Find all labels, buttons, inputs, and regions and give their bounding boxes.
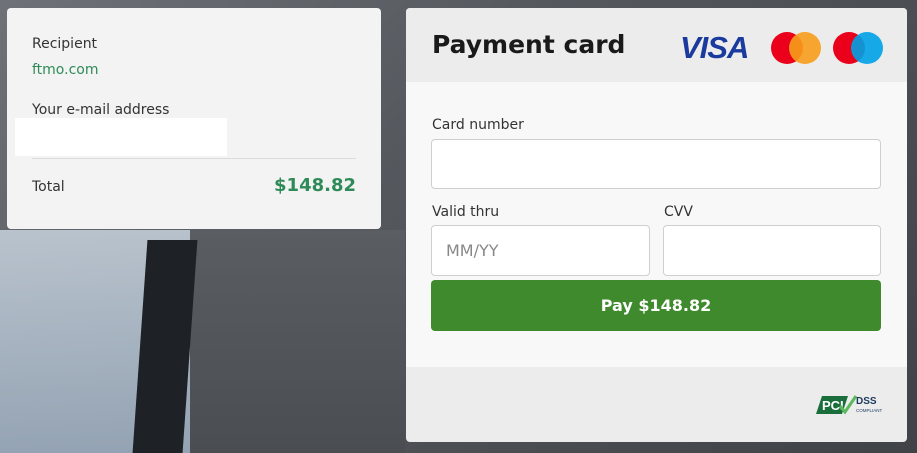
pci-dss-icon: PCI DSS COMPLIANT (816, 395, 883, 415)
divider (32, 158, 356, 159)
background-photo-shade (190, 230, 405, 453)
payment-card-panel: Payment card VISA Card number Valid thru… (406, 8, 907, 442)
card-number-label: Card number (432, 117, 524, 133)
email-value-field (15, 118, 227, 156)
card-form: Card number Valid thru CVV Pay $148.82 (406, 82, 907, 367)
email-label: Your e-mail address (32, 102, 170, 118)
recipient-link[interactable]: ftmo.com (32, 62, 98, 78)
pci-dss-text: DSS (856, 396, 877, 407)
total-amount: $148.82 (274, 175, 356, 196)
payment-header: Payment card VISA (406, 8, 907, 82)
payment-title: Payment card (432, 30, 626, 59)
total-label: Total (32, 179, 65, 195)
maestro-icon (833, 32, 883, 64)
pci-sub-text: COMPLIANT (856, 408, 883, 413)
visa-icon: VISA (680, 30, 749, 65)
pci-logo-text: PCI (822, 398, 844, 413)
valid-thru-input[interactable] (431, 225, 650, 276)
pay-button[interactable]: Pay $148.82 (431, 280, 881, 331)
order-summary-card: Recipient ftmo.com Your e-mail address T… (7, 8, 381, 229)
card-number-input[interactable] (431, 139, 881, 189)
valid-thru-label: Valid thru (432, 204, 500, 220)
cvv-label: CVV (664, 204, 693, 220)
mastercard-icon (771, 32, 821, 64)
cvv-input[interactable] (663, 225, 881, 276)
recipient-label: Recipient (32, 36, 98, 52)
